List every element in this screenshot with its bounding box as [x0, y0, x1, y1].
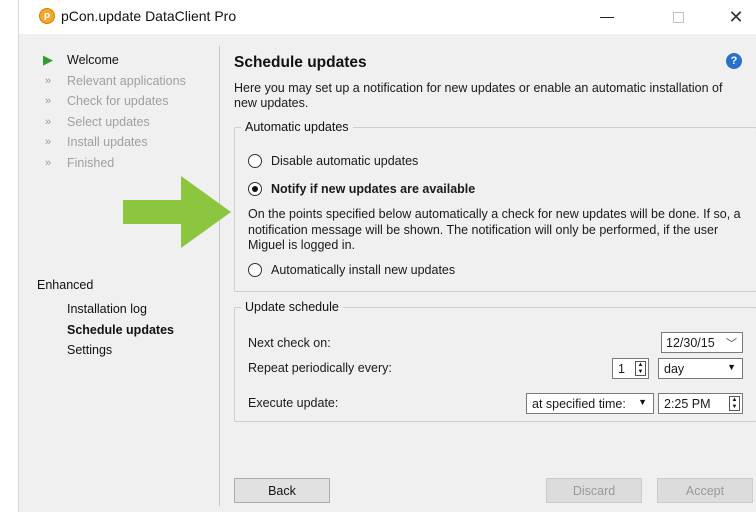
sidebar-item-installation-log[interactable]: Installation log — [67, 299, 174, 320]
execute-mode-select[interactable]: at specified time: ▼ — [526, 393, 654, 414]
close-icon: ✕ — [728, 6, 744, 28]
double-arrow-icon: » — [44, 95, 52, 108]
repeat-unit-value: day — [664, 361, 685, 376]
sidebar-item-schedule-updates[interactable]: Schedule updates — [67, 320, 174, 341]
double-arrow-icon: » — [44, 74, 52, 87]
radio-label: Notify if new updates are available — [271, 182, 476, 196]
repeat-count-value: 1 — [618, 361, 625, 376]
step-label: Install updates — [67, 135, 148, 150]
double-arrow-icon: » — [44, 156, 52, 169]
page-margin — [0, 0, 18, 512]
double-arrow-icon: » — [44, 136, 52, 149]
pcon-logo-icon: p — [39, 8, 55, 24]
minimize-button[interactable] — [584, 0, 630, 34]
update-schedule-legend: Update schedule — [245, 300, 339, 314]
dropdown-arrow-icon: ▼ — [727, 362, 736, 372]
execute-update-label: Execute update: — [248, 396, 339, 410]
radio-button-selected[interactable] — [248, 182, 262, 196]
step-install-updates[interactable]: » Install updates — [39, 132, 186, 153]
minimize-icon — [600, 16, 614, 18]
enhanced-section-title: Enhanced — [37, 278, 94, 292]
wizard-steps: ▶ Welcome » Relevant applications » Chec… — [39, 50, 186, 173]
next-check-date-picker[interactable]: 12/30/15 ﹀ — [661, 332, 743, 353]
step-label: Select updates — [67, 114, 150, 129]
step-welcome[interactable]: ▶ Welcome — [39, 50, 186, 71]
repeat-count-stepper[interactable]: 1 ▲ ▼ — [612, 358, 649, 379]
repeat-label: Repeat periodically every: — [248, 361, 392, 375]
next-check-label: Next check on: — [248, 336, 331, 350]
radio-button[interactable] — [248, 154, 262, 168]
step-label: Welcome — [67, 53, 119, 68]
execute-mode-value: at specified time: — [532, 396, 626, 411]
radio-label: Automatically install new updates — [271, 263, 456, 277]
sidebar: ▶ Welcome » Relevant applications » Chec… — [19, 34, 217, 512]
enhanced-items: Installation log Schedule updates Settin… — [67, 299, 174, 361]
intro-text: Here you may set up a notification for n… — [234, 81, 723, 110]
radio-disable-automatic-updates[interactable]: Disable automatic updates — [248, 154, 418, 168]
step-check-for-updates[interactable]: » Check for updates — [39, 91, 186, 112]
notify-description: On the points specified below automatica… — [248, 207, 741, 252]
sidebar-item-settings[interactable]: Settings — [67, 340, 174, 361]
radio-notify-new-updates[interactable]: Notify if new updates are available — [248, 182, 475, 196]
discard-button[interactable]: Discard — [546, 478, 642, 503]
radio-label: Disable automatic updates — [271, 154, 419, 168]
step-select-updates[interactable]: » Select updates — [39, 112, 186, 133]
repeat-unit-select[interactable]: day ▼ — [658, 358, 743, 379]
maximize-icon — [672, 11, 684, 23]
chevron-down-icon: ﹀ — [726, 338, 737, 350]
next-check-value: 12/30/15 — [666, 335, 715, 350]
back-button[interactable]: Back — [234, 478, 330, 503]
execute-time-value: 2:25 PM — [664, 396, 711, 411]
close-button[interactable]: ✕ — [713, 0, 756, 34]
dropdown-arrow-icon: ▼ — [638, 397, 647, 407]
maximize-button[interactable] — [655, 0, 701, 34]
main-panel: Schedule updates ? Here you may set up a… — [220, 34, 756, 512]
step-label: Check for updates — [67, 94, 169, 109]
app-window: p pCon.update DataClient Pro ✕ ▶ Welcome… — [18, 0, 756, 512]
step-label: Finished — [67, 155, 115, 170]
page-title: Schedule updates — [234, 54, 367, 71]
green-arrow-icon — [123, 176, 231, 248]
execute-time-stepper[interactable]: 2:25 PM ▲ ▼ — [658, 393, 743, 414]
spinner-arrows-icon[interactable]: ▲ ▼ — [729, 396, 740, 411]
automatic-updates-legend: Automatic updates — [245, 120, 349, 134]
help-icon[interactable]: ? — [726, 53, 742, 69]
spinner-arrows-icon[interactable]: ▲ ▼ — [635, 361, 646, 376]
step-finished[interactable]: » Finished — [39, 153, 186, 174]
radio-auto-install-updates[interactable]: Automatically install new updates — [248, 263, 455, 277]
title-bar: p pCon.update DataClient Pro ✕ — [19, 0, 756, 34]
radio-button[interactable] — [248, 263, 262, 277]
arrow-right-icon: ▶ — [43, 52, 53, 68]
double-arrow-icon: » — [44, 115, 52, 128]
accept-button[interactable]: Accept — [657, 478, 753, 503]
step-relevant-applications[interactable]: » Relevant applications — [39, 71, 186, 92]
step-label: Relevant applications — [67, 73, 186, 88]
window-title: pCon.update DataClient Pro — [61, 8, 237, 24]
